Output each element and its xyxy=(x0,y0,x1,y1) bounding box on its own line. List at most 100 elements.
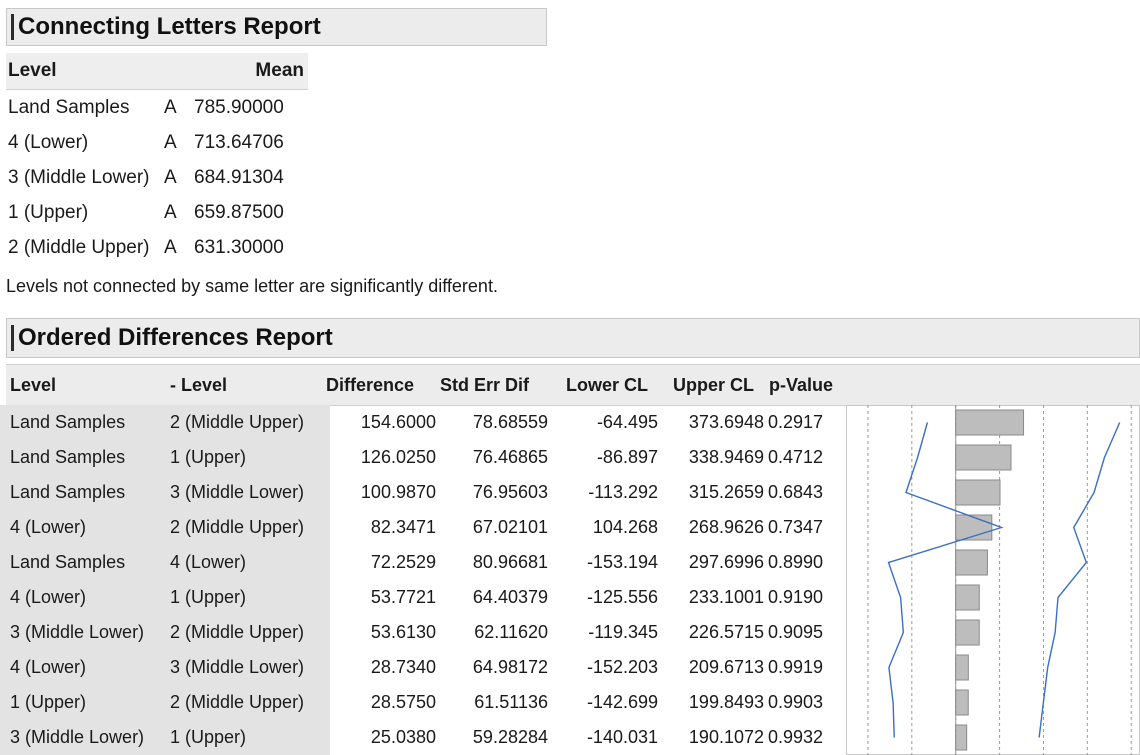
table-row: 2 (Middle Upper) A 631.30000 xyxy=(6,230,308,265)
difference-bar xyxy=(955,584,980,611)
difference-cell: 53.6130 xyxy=(370,622,436,642)
table-row: 3 (Middle Lower) A 684.91304 xyxy=(6,160,308,195)
minus-level-cell: 2 (Middle Upper) xyxy=(170,517,305,537)
difference-cell: 72.2529 xyxy=(370,552,436,572)
difference-cell: 154.6000 xyxy=(360,412,436,432)
level-cell: 4 (Lower) xyxy=(10,587,87,607)
letter-cell: A xyxy=(164,201,177,223)
level-cell: 3 (Middle Lower) xyxy=(10,622,145,642)
column-header-level: Level xyxy=(10,375,57,395)
level-cell: 3 (Middle Lower) xyxy=(8,166,150,188)
column-header-difference: Difference xyxy=(326,375,415,395)
std-err-dif-cell: 80.96681 xyxy=(472,552,548,572)
column-header-lower-cl: Lower CL xyxy=(566,375,649,395)
ordered-differences-header[interactable]: Ordered Differences Report xyxy=(6,318,1140,358)
significance-note: Levels not connected by same letter are … xyxy=(6,276,498,296)
table-row: 4 (Lower) 1 (Upper) 53.7721 64.40379 -125.55… xyxy=(6,580,846,615)
lower-cl-cell: -113.292 xyxy=(588,482,658,502)
upper-cl-cell: 373.6948 xyxy=(688,412,764,432)
table-row: Land Samples 3 (Middle Lower) 100.9870 76.9… xyxy=(6,475,846,510)
difference-cell: 100.9870 xyxy=(360,482,436,502)
mean-cell: 684.91304 xyxy=(194,166,284,188)
connecting-letters-title: Connecting Letters Report xyxy=(18,13,321,40)
difference-cell: 53.7721 xyxy=(370,587,436,607)
p-value-cell: 0.9903 xyxy=(768,692,824,712)
std-err-dif-cell: 59.28284 xyxy=(472,727,548,747)
upper-cl-cell: 209.6713 xyxy=(688,657,764,677)
level-cell: 1 (Upper) xyxy=(10,692,87,712)
upper-cl-cell: 190.1072 xyxy=(688,727,764,747)
level-cell: 4 (Lower) xyxy=(8,131,89,153)
difference-cell: 28.7340 xyxy=(370,657,436,677)
mean-cell: 659.87500 xyxy=(194,201,284,223)
minus-level-cell: 2 (Middle Upper) xyxy=(170,622,305,642)
difference-bar xyxy=(955,549,988,576)
table-row: 4 (Lower) A 713.64706 xyxy=(6,125,308,160)
lower-cl-cell: -86.897 xyxy=(596,447,658,467)
minus-level-cell: 3 (Middle Lower) xyxy=(170,657,305,677)
lower-cl-cell: -153.194 xyxy=(586,552,658,572)
level-cell: 3 (Middle Lower) xyxy=(10,727,145,747)
level-cell: 1 (Upper) xyxy=(8,201,89,223)
letter-cell: A xyxy=(164,96,177,118)
minus-level-cell: 4 (Lower) xyxy=(170,552,247,572)
difference-bar xyxy=(955,724,968,751)
upper-cl-cell: 268.9626 xyxy=(688,517,764,537)
std-err-dif-cell: 76.46865 xyxy=(472,447,548,467)
p-value-cell: 0.6843 xyxy=(768,482,824,502)
std-err-dif-cell: 62.11620 xyxy=(474,622,548,642)
upper-cl-cell: 233.1001 xyxy=(688,587,764,607)
column-header-level: Level xyxy=(8,60,57,81)
upper-cl-cell: 199.8493 xyxy=(688,692,764,712)
std-err-dif-cell: 67.02101 xyxy=(472,517,548,537)
connecting-letters-table: Level Mean Land Samples A 785.90000 4 (Lowe… xyxy=(6,53,308,265)
difference-bar xyxy=(955,619,980,646)
letter-cell: A xyxy=(164,166,177,188)
lower-cl-cell: -142.699 xyxy=(586,692,658,712)
p-value-cell: 0.9932 xyxy=(768,727,824,747)
lower-cl-cell: -152.203 xyxy=(586,657,658,677)
table-row: 4 (Lower) 3 (Middle Lower) 28.7340 64.98172… xyxy=(6,650,846,685)
minus-level-cell: 1 (Upper) xyxy=(170,587,247,607)
difference-bar-chart xyxy=(846,405,1140,755)
column-header-upper-cl: Upper CL xyxy=(673,375,754,395)
difference-cell: 25.0380 xyxy=(370,727,436,747)
table-header-row: Level Mean xyxy=(6,53,308,90)
std-err-dif-cell: 61.51136 xyxy=(474,692,548,712)
lower-cl-cell: 104.268 xyxy=(592,517,658,537)
table-row: Land Samples 2 (Middle Upper) 154.6000 78.6… xyxy=(6,405,846,440)
mean-cell: 713.64706 xyxy=(194,131,284,153)
ordered-differences-column-headers: Level - Level Difference Std Err Dif Low… xyxy=(6,364,1140,406)
difference-bar xyxy=(955,689,969,716)
letter-cell: A xyxy=(164,236,177,258)
column-header-std-err-dif: Std Err Dif xyxy=(440,375,530,395)
minus-level-cell: 1 (Upper) xyxy=(170,447,247,467)
minus-level-cell: 2 (Middle Upper) xyxy=(170,692,305,712)
mean-cell: 785.90000 xyxy=(194,96,284,118)
difference-bar xyxy=(955,409,1025,436)
p-value-cell: 0.9190 xyxy=(768,587,824,607)
level-cell: Land Samples xyxy=(8,96,130,118)
disclosure-bar-icon xyxy=(11,14,14,40)
disclosure-bar-icon xyxy=(11,324,14,352)
mean-cell: 631.30000 xyxy=(194,236,284,258)
std-err-dif-cell: 78.68559 xyxy=(472,412,548,432)
upper-cl-cell: 338.9469 xyxy=(688,447,764,467)
connecting-letters-header[interactable]: Connecting Letters Report xyxy=(6,8,547,46)
p-value-cell: 0.7347 xyxy=(768,517,824,537)
lower-cl-cell: -64.495 xyxy=(596,412,658,432)
table-row: 3 (Middle Lower) 1 (Upper) 25.0380 59.28284… xyxy=(6,720,846,755)
table-row: 3 (Middle Lower) 2 (Middle Upper) 53.6130 6… xyxy=(6,615,846,650)
level-cell: 4 (Lower) xyxy=(10,517,87,537)
table-row: Land Samples 4 (Lower) 72.2529 80.96681 -153… xyxy=(6,545,846,580)
upper-cl-cell: 315.2659 xyxy=(688,482,764,502)
lower-cl-cell: -119.345 xyxy=(588,622,658,642)
level-cell: Land Samples xyxy=(10,482,126,502)
difference-bar xyxy=(955,654,969,681)
minus-level-cell: 2 (Middle Upper) xyxy=(170,412,305,432)
table-row: Land Samples A 785.90000 xyxy=(6,90,308,125)
column-header-p-value: p-Value xyxy=(769,375,834,395)
lower-cl-cell: -140.031 xyxy=(586,727,658,747)
std-err-dif-cell: 64.98172 xyxy=(472,657,548,677)
p-value-cell: 0.8990 xyxy=(768,552,824,572)
